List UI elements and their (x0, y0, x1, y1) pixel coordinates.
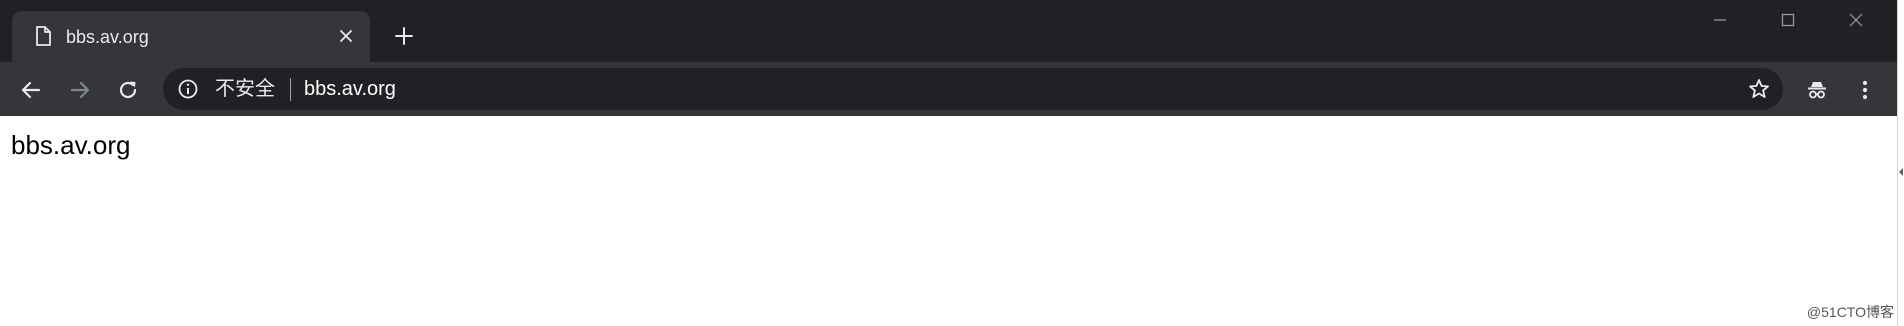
arrow-left-icon[interactable] (15, 74, 47, 106)
security-status-label[interactable]: 不安全 (215, 78, 275, 100)
url-text[interactable]: bbs.av.org (304, 78, 396, 100)
tab-active[interactable]: bbs.av.org (12, 11, 370, 62)
star-icon[interactable] (1747, 77, 1771, 101)
plus-icon[interactable] (390, 22, 418, 50)
toolbar: 不安全 bbs.av.org (0, 62, 1897, 116)
arrow-right-icon[interactable] (64, 74, 96, 106)
tab-strip: bbs.av.org (0, 0, 1897, 62)
kebab-menu-icon[interactable] (1849, 74, 1881, 106)
reload-icon[interactable] (112, 74, 144, 106)
incognito-icon[interactable] (1801, 74, 1833, 106)
maximize-icon[interactable] (1754, 0, 1822, 40)
page-content: bbs.av.org (0, 116, 1897, 326)
scroll-arrow-icon[interactable] (1899, 168, 1903, 176)
window-close-icon[interactable] (1822, 0, 1890, 40)
info-icon[interactable] (177, 78, 199, 100)
window-controls (1686, 0, 1890, 40)
page-body-text: bbs.av.org (11, 130, 131, 160)
divider (290, 78, 291, 101)
close-icon[interactable] (334, 24, 358, 48)
browser-window: bbs.av.org 不安全 bbs.av.org bbs.av.org @51… (0, 0, 1904, 326)
watermark: @51CTO博客 (1806, 304, 1894, 320)
minimize-icon[interactable] (1686, 0, 1754, 40)
scrollbar-edge (1897, 0, 1904, 326)
page-icon (32, 25, 54, 47)
tab-title: bbs.av.org (66, 27, 149, 47)
address-bar[interactable]: 不安全 bbs.av.org (163, 68, 1783, 110)
